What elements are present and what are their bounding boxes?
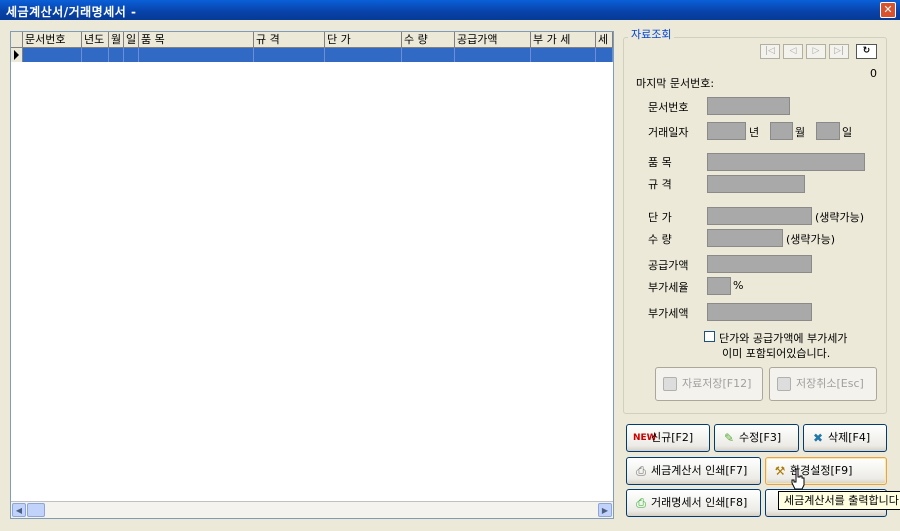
new-button-label: 신규[F2] (651, 431, 694, 444)
delete-button-label: 삭제[F4] (828, 431, 871, 444)
cancel-save-label: 저장취소[Esc] (796, 377, 864, 390)
row-cell[interactable] (82, 48, 109, 62)
new-button[interactable]: NEW 신규[F2] (626, 424, 710, 452)
cancel-save-button[interactable]: 저장취소[Esc] (769, 367, 877, 401)
panel-legend: 자료조회 (628, 26, 675, 42)
col-item[interactable]: 품 목 (139, 32, 254, 47)
row-cell[interactable] (139, 48, 254, 62)
vat-included-line2: 이미 포함되어있습니다. (722, 347, 831, 360)
col-spec[interactable]: 규 격 (254, 32, 325, 47)
scroll-left-icon[interactable]: ◀ (12, 503, 26, 517)
row-cell[interactable] (23, 48, 82, 62)
row-cell[interactable] (455, 48, 531, 62)
vat-included-checkbox[interactable] (704, 331, 715, 342)
row-cell[interactable] (124, 48, 139, 62)
nav-first-icon[interactable]: |◁ (760, 44, 780, 59)
row-cell[interactable] (254, 48, 325, 62)
tooltip: 세금계산서를 출력합니다 (778, 491, 900, 510)
print-invoice-button[interactable]: ⎙ 세금계산서 인쇄[F7] (626, 457, 761, 485)
spec-label: 규 격 (648, 178, 672, 191)
month-suffix: 월 (795, 126, 806, 139)
col-tax[interactable]: 세 (596, 32, 613, 47)
grid-corner (11, 32, 23, 47)
save-button[interactable]: 자료저장[F12] (655, 367, 763, 401)
row-cell[interactable] (596, 48, 613, 62)
edit-button-label: 수정[F3] (739, 431, 782, 444)
day-suffix: 일 (842, 126, 853, 139)
printer-icon: ⎙ (636, 464, 646, 478)
item-field[interactable] (707, 153, 865, 171)
vat-rate-field[interactable] (707, 277, 731, 295)
delete-button[interactable]: ✖ 삭제[F4] (803, 424, 887, 452)
row-cell[interactable] (109, 48, 124, 62)
col-supply[interactable]: 공급가액 (455, 32, 531, 47)
row-indicator-icon (11, 48, 23, 62)
row-cell[interactable] (325, 48, 402, 62)
col-qty[interactable]: 수 량 (402, 32, 455, 47)
percent-sign: % (733, 279, 744, 292)
refresh-icon[interactable]: ↻ (856, 44, 877, 59)
record-count: 0 (870, 67, 877, 80)
col-unit-price[interactable]: 단 가 (325, 32, 402, 47)
row-cell[interactable] (402, 48, 455, 62)
row-cell[interactable] (531, 48, 596, 62)
qty-optional: (생략가능) (786, 233, 836, 246)
year-suffix: 년 (749, 126, 760, 139)
unit-price-field[interactable] (707, 207, 812, 225)
item-label: 품 목 (648, 156, 672, 169)
vat-field[interactable] (707, 303, 812, 321)
supply-label: 공급가액 (648, 259, 689, 272)
spec-field[interactable] (707, 175, 805, 193)
print-statement-button[interactable]: ⎙ 거래명세서 인쇄[F8] (626, 489, 761, 517)
delete-user-icon: ✖ (812, 431, 824, 445)
month-field[interactable] (770, 122, 793, 140)
save-button-label: 자료저장[F12] (682, 377, 752, 390)
hand-cursor-icon (791, 468, 805, 490)
edit-icon: ✎ (723, 431, 735, 445)
year-field[interactable] (707, 122, 746, 140)
undo-save-icon (777, 377, 791, 391)
col-day[interactable]: 일 (124, 32, 139, 47)
vat-included-line1: 단가와 공급가액에 부가세가 (719, 332, 848, 345)
unit-price-label: 단 가 (648, 211, 672, 224)
nav-next-icon[interactable]: ▷ (806, 44, 826, 59)
supply-field[interactable] (707, 255, 812, 273)
unit-price-optional: (생략가능) (815, 211, 865, 224)
new-doc-icon: NEW (633, 433, 657, 443)
trade-date-label: 거래일자 (648, 126, 689, 139)
col-year[interactable]: 년도 (82, 32, 109, 47)
col-doc-no[interactable]: 문서번호 (23, 32, 82, 47)
day-field[interactable] (816, 122, 840, 140)
print-statement-label: 거래명세서 인쇄[F8] (651, 496, 748, 509)
data-grid[interactable]: 문서번호 년도 월 일 품 목 규 격 단 가 수 량 공급가액 부 가 세 세… (10, 31, 614, 519)
col-month[interactable]: 월 (109, 32, 124, 47)
close-button[interactable]: ✕ (880, 2, 896, 18)
qty-field[interactable] (707, 229, 783, 247)
last-doc-label: 마지막 문서번호: (636, 77, 715, 90)
floppy-icon (663, 377, 677, 391)
nav-last-icon[interactable]: ▷| (829, 44, 849, 59)
qty-label: 수 량 (648, 233, 672, 246)
settings-tools-icon: ⚒ (774, 464, 786, 478)
nav-prev-icon[interactable]: ◁ (783, 44, 803, 59)
window-title: 세금계산서/거래명세서 - (6, 5, 137, 19)
scroll-right-icon[interactable]: ▶ (598, 503, 612, 517)
printer-green-icon: ⎙ (636, 496, 646, 510)
vat-label: 부가세액 (648, 307, 689, 320)
doc-no-field[interactable] (707, 97, 790, 115)
doc-no-label: 문서번호 (648, 101, 689, 114)
title-bar: 세금계산서/거래명세서 - ✕ (0, 0, 900, 20)
settings-button[interactable]: ⚒ 환경설정[F9] (765, 457, 887, 485)
horizontal-scrollbar[interactable]: ◀ ▶ (11, 501, 613, 518)
scroll-thumb[interactable] (27, 503, 45, 517)
table-row[interactable] (11, 48, 613, 62)
edit-button[interactable]: ✎ 수정[F3] (714, 424, 799, 452)
print-invoice-label: 세금계산서 인쇄[F7] (651, 464, 748, 477)
grid-header: 문서번호 년도 월 일 품 목 규 격 단 가 수 량 공급가액 부 가 세 세 (11, 32, 613, 48)
vat-rate-label: 부가세율 (648, 281, 689, 294)
col-vat[interactable]: 부 가 세 (531, 32, 596, 47)
